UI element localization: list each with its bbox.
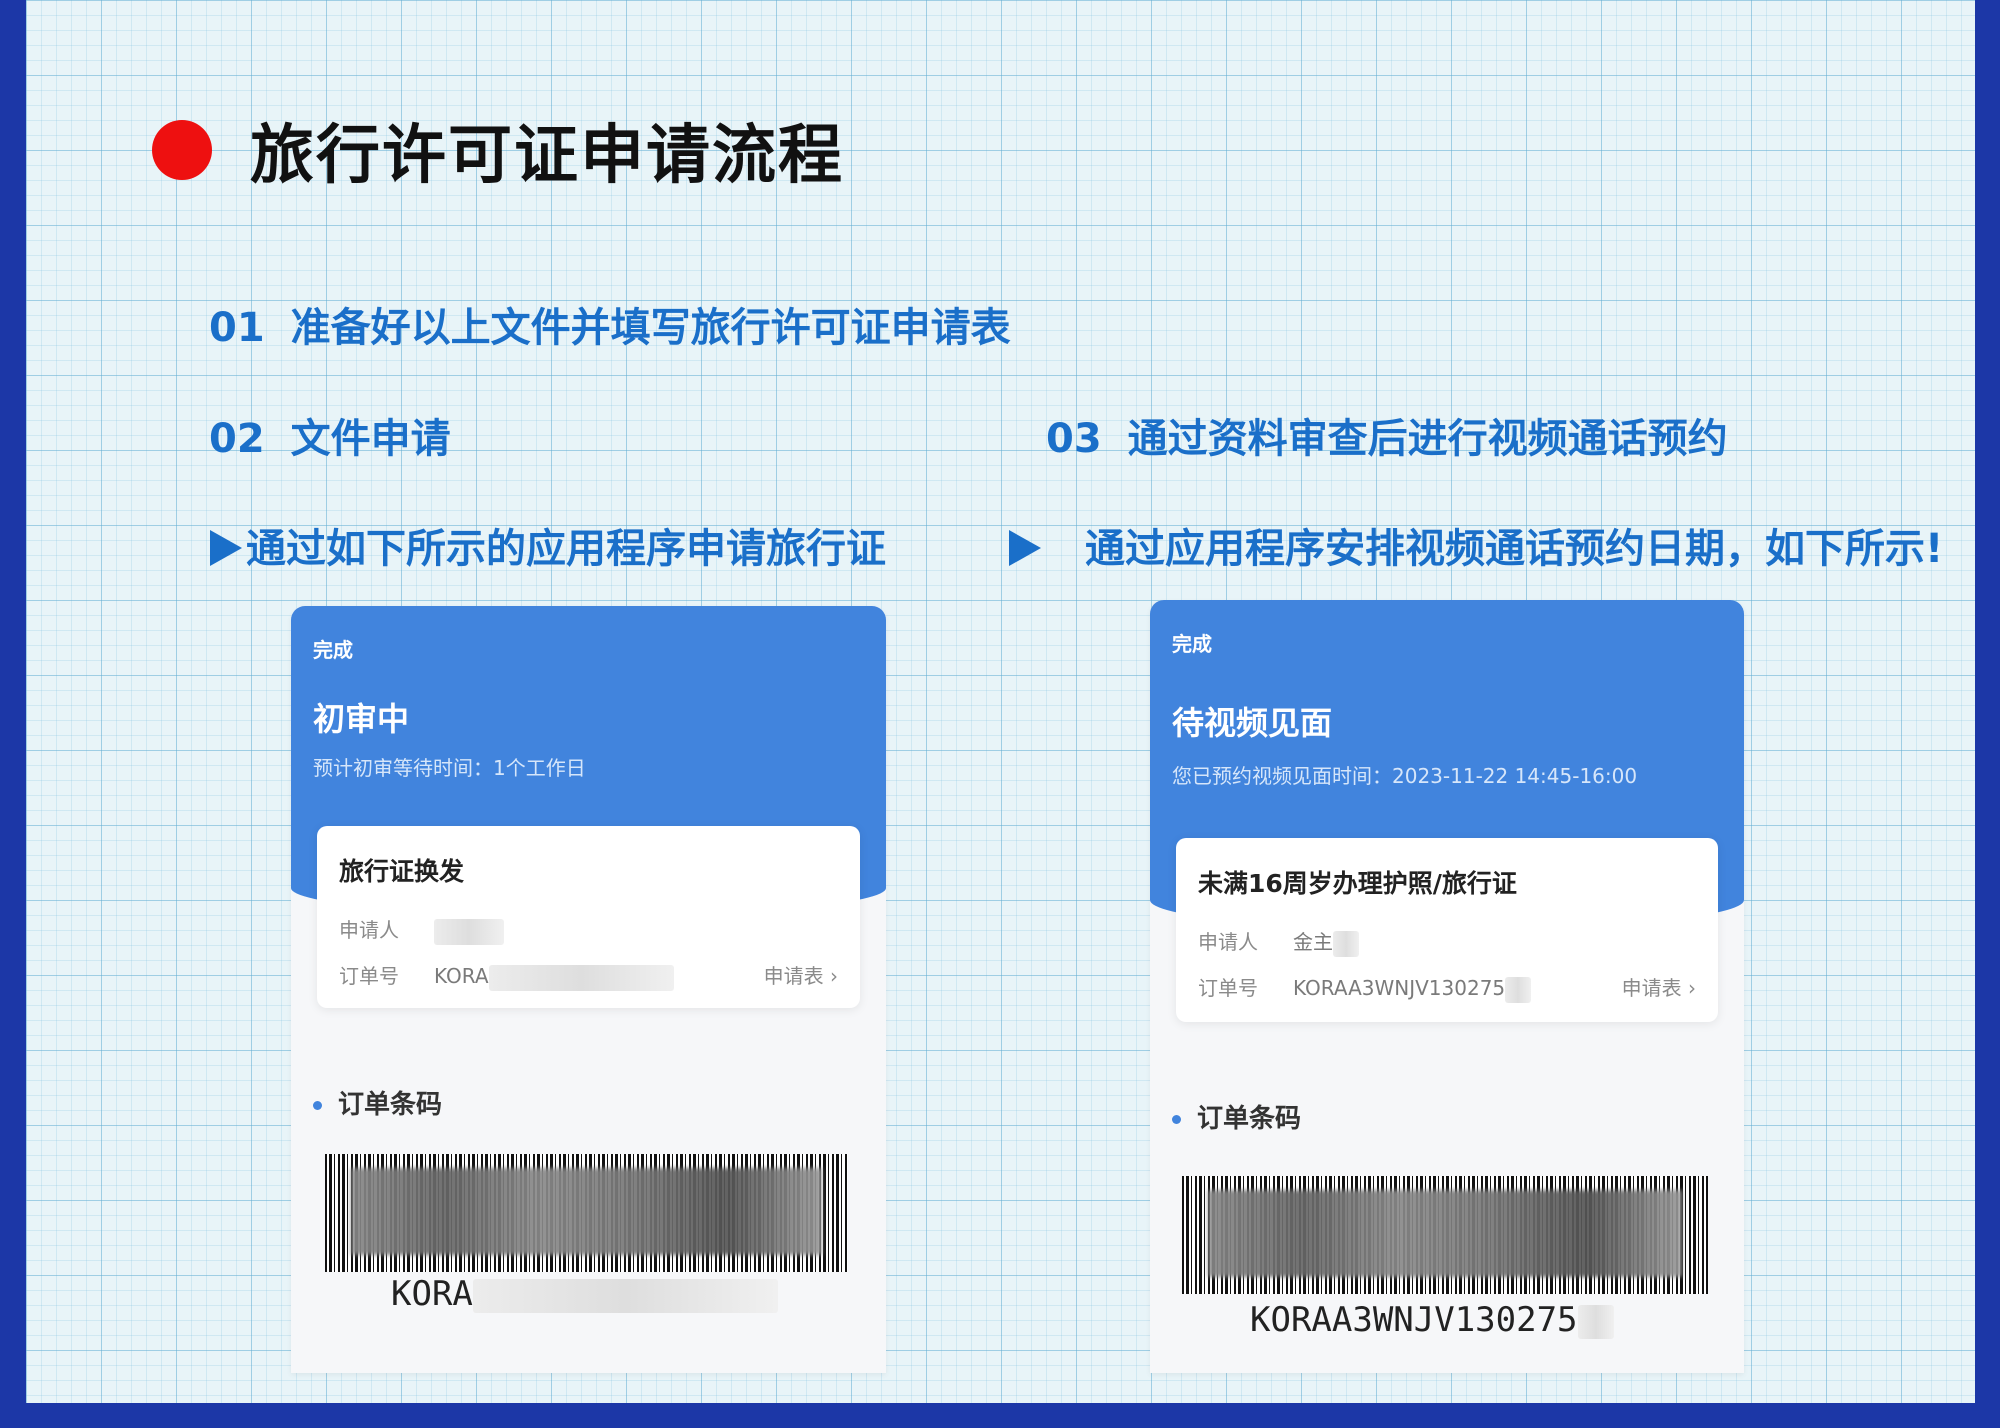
redacted-value [488, 964, 674, 991]
section-heading: 订单条码 [1172, 1098, 1301, 1135]
status-title: 初审中 [313, 700, 410, 738]
step-number: 01 [209, 305, 265, 351]
order-row: 订单号 KORAA3WNJV130275 申请表 › [1198, 972, 1696, 1003]
barcode-text: KORAA3WNJV130275 [1250, 1300, 1614, 1340]
redacted-barcode [351, 1168, 822, 1256]
section-label: 订单条码 [1197, 1104, 1302, 1134]
order-label: 订单号 [339, 964, 399, 988]
redacted-value [1577, 1304, 1614, 1339]
applicant-label: 申请人 [339, 918, 399, 942]
order-barcode [1182, 1176, 1708, 1294]
dot-icon [1172, 1115, 1181, 1124]
step-01: 01 准备好以上文件并填写旅行许可证申请表 [209, 295, 1011, 353]
step-text: 通过资料审查后进行视频通话预约 [1127, 416, 1728, 462]
step-number: 03 [1046, 416, 1102, 462]
section-heading: 订单条码 [313, 1084, 442, 1121]
status-title: 待视频见面 [1172, 704, 1333, 742]
redacted-barcode [1208, 1190, 1682, 1278]
barcode-text: KORA [391, 1274, 778, 1314]
appointment-time-text: 您已预约视频见面时间：2023-11-22 14:45-16:00 [1172, 764, 1638, 788]
app-screenshot-review: 完成 初审中 预计初审等待时间：1个工作日 旅行证换发 申请人 订单号 KORA … [291, 606, 886, 1373]
barcode-value: KORAA3WNJV130275 [1250, 1300, 1578, 1340]
redacted-value [434, 918, 504, 945]
play-triangle-icon [210, 530, 242, 566]
redacted-value [1333, 930, 1359, 957]
order-value: KORA [434, 964, 489, 988]
done-button[interactable]: 完成 [1172, 628, 1212, 657]
barcode-value: KORA [391, 1274, 473, 1314]
application-card: 旅行证换发 申请人 订单号 KORA 申请表 › [317, 826, 860, 1008]
done-button[interactable]: 完成 [313, 634, 353, 663]
applicant-value: 金主 [1293, 930, 1333, 954]
form-link[interactable]: 申请表 › [1622, 972, 1696, 1001]
page-title: 旅行许可证申请流程 [250, 119, 844, 193]
app-screenshot-appointment: 完成 待视频见面 您已预约视频见面时间：2023-11-22 14:45-16:… [1150, 600, 1744, 1373]
red-bullet-icon [152, 120, 212, 180]
wait-time-text: 预计初审等待时间：1个工作日 [313, 756, 586, 780]
redacted-value [1505, 976, 1532, 1003]
application-card: 未满16周岁办理护照/旅行证 申请人 金主 订单号 KORAA3WNJV130275… [1176, 838, 1718, 1022]
dot-icon [313, 1101, 322, 1110]
note-apply: 通过如下所示的应用程序申请旅行证 [210, 516, 886, 574]
grid-paper-background: 旅行许可证申请流程 01 准备好以上文件并填写旅行许可证申请表 02 文件申请 03… [26, 0, 1975, 1403]
note-text: 通过应用程序安排视频通话预约日期，如下所示! [1085, 526, 1944, 572]
step-03: 03 通过资料审查后进行视频通话预约 [1046, 406, 1728, 464]
order-row: 订单号 KORA 申请表 › [339, 960, 838, 991]
step-number: 02 [209, 416, 265, 462]
play-triangle-icon [1009, 530, 1041, 566]
applicant-row: 申请人 [339, 914, 838, 945]
step-text: 文件申请 [290, 416, 451, 462]
card-title: 未满16周岁办理护照/旅行证 [1198, 869, 1517, 898]
redacted-value [472, 1278, 778, 1313]
note-appointment: 通过应用程序安排视频通话预约日期，如下所示! [1009, 516, 1943, 574]
card-title: 旅行证换发 [339, 857, 465, 886]
step-text: 准备好以上文件并填写旅行许可证申请表 [290, 305, 1011, 351]
order-label: 订单号 [1198, 976, 1258, 1000]
step-02: 02 文件申请 [209, 406, 451, 464]
note-text: 通过如下所示的应用程序申请旅行证 [246, 526, 886, 572]
order-barcode [325, 1154, 848, 1272]
section-label: 订单条码 [338, 1090, 443, 1120]
applicant-label: 申请人 [1198, 930, 1258, 954]
order-value: KORAA3WNJV130275 [1293, 976, 1506, 1000]
applicant-row: 申请人 金主 [1198, 926, 1696, 957]
form-link[interactable]: 申请表 › [764, 960, 838, 989]
